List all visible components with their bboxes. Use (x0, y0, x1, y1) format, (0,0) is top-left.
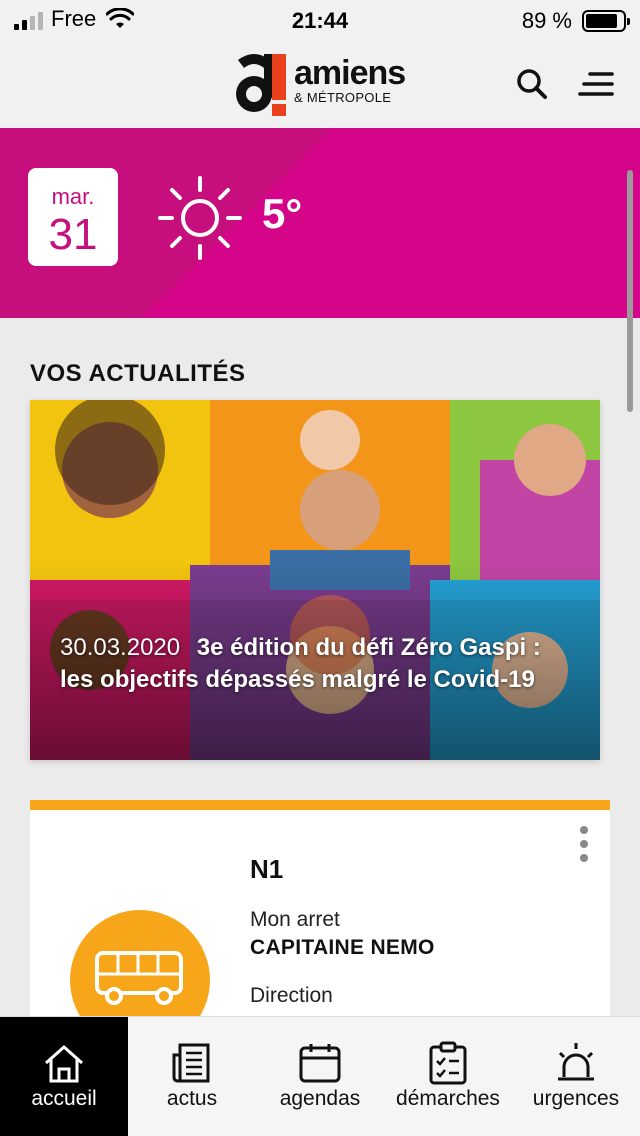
logo-subtitle: & MÉTROPOLE (294, 90, 392, 105)
date-number: 31 (48, 210, 98, 259)
date-box: mar. 31 (28, 168, 118, 266)
bottom-tab-bar: accueil actus agendas démarches urgences (0, 1016, 640, 1136)
section-title-news: VOS ACTUALITÉS (30, 360, 246, 387)
alarm-icon (558, 1043, 594, 1081)
tab-accueil[interactable]: accueil (0, 1017, 128, 1136)
status-right: 89 % (521, 8, 630, 34)
sun-icon (158, 176, 242, 260)
logo-mark-icon (236, 54, 286, 116)
date-day: mar. (51, 184, 95, 209)
status-bar: Free 21:44 89 % (0, 0, 640, 40)
news-caption: 30.03.2020 3e édition du défi Zéro Gaspi… (60, 632, 570, 696)
newspaper-icon (172, 1043, 210, 1083)
calendar-icon (299, 1044, 341, 1083)
logo-text: amiens (294, 54, 406, 92)
bus-icon (95, 951, 183, 1005)
app-header: amiens & MÉTROPOLE (0, 40, 640, 128)
temperature: 5° (262, 190, 303, 237)
tab-actus[interactable]: actus (128, 1017, 256, 1136)
tab-label: actus (166, 1087, 218, 1110)
news-card[interactable]: 30.03.2020 3e édition du défi Zéro Gaspi… (30, 400, 600, 760)
stop-label: Mon arret (250, 908, 340, 931)
scrollbar[interactable] (627, 170, 633, 412)
weather-banner[interactable]: mar. 31 5° (0, 128, 640, 318)
tab-label: urgences (532, 1087, 620, 1110)
checklist-icon (429, 1041, 467, 1085)
home-icon (45, 1045, 83, 1083)
bus-line: N1 (250, 854, 284, 884)
tab-label: agendas (279, 1087, 361, 1110)
search-icon[interactable] (514, 66, 550, 102)
menu-icon[interactable] (578, 66, 614, 102)
app-logo[interactable]: amiens & MÉTROPOLE (234, 50, 408, 118)
transport-card[interactable]: N1 Mon arret CAPITAINE NEMO Direction (30, 800, 610, 1050)
tab-urgences[interactable]: urgences (512, 1017, 640, 1136)
tab-label: démarches (396, 1087, 500, 1110)
tab-label: accueil (31, 1087, 97, 1110)
battery-icon (582, 10, 630, 32)
tab-demarches[interactable]: démarches (384, 1017, 512, 1136)
news-date: 30.03.2020 (60, 634, 181, 661)
battery-percent: 89 % (521, 8, 572, 33)
news-overlay (30, 400, 600, 760)
direction-label: Direction (250, 984, 333, 1007)
more-options-icon[interactable] (576, 826, 592, 866)
stop-name: CAPITAINE NEMO (250, 936, 435, 959)
tab-agendas[interactable]: agendas (256, 1017, 384, 1136)
